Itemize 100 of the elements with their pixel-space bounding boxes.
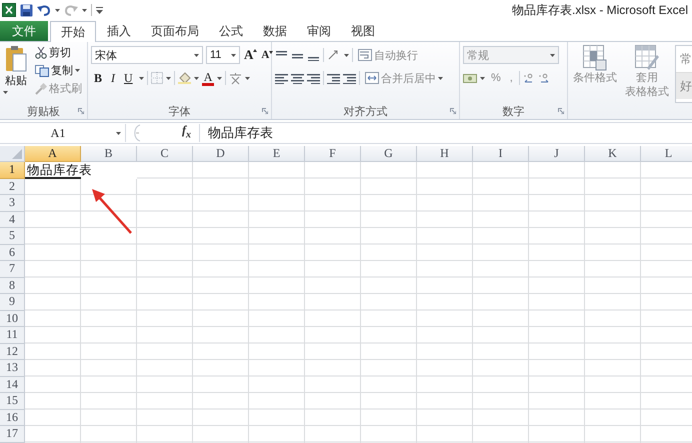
column-header[interactable]: F <box>305 146 361 162</box>
caret-icon <box>166 76 171 80</box>
row-header[interactable]: 12 <box>0 344 25 360</box>
dialog-launcher-icon[interactable] <box>262 108 268 114</box>
insert-function-button[interactable]: f$_{x}$ <box>182 124 191 142</box>
undo-icon[interactable] <box>37 4 51 16</box>
currency-icon[interactable] <box>463 72 477 84</box>
ribbon-tab[interactable]: 公式 <box>210 21 252 41</box>
caret-icon <box>75 69 80 72</box>
column-header[interactable]: J <box>529 146 585 162</box>
column-header[interactable]: G <box>361 146 417 162</box>
ribbon-tab[interactable]: 数据 <box>254 21 296 41</box>
dialog-launcher-icon[interactable] <box>450 108 456 114</box>
caret-icon <box>438 76 443 80</box>
caret-icon <box>116 132 121 134</box>
caret-icon <box>480 76 485 80</box>
group-label: 字体 <box>168 104 190 119</box>
copy-icon <box>35 64 49 76</box>
caret-icon <box>245 76 250 80</box>
grow-font-button[interactable]: A <box>243 47 258 63</box>
dialog-launcher-icon[interactable] <box>558 108 564 114</box>
column-header[interactable]: I <box>473 146 529 162</box>
brush-icon <box>35 82 47 94</box>
column-header[interactable]: D <box>193 146 249 162</box>
phonetic-guide-icon[interactable] <box>229 72 242 84</box>
increase-indent-icon[interactable] <box>343 72 356 84</box>
cell-text: 物品库存表 <box>25 162 137 178</box>
column-header[interactable]: C <box>137 146 193 162</box>
borders-icon[interactable] <box>150 72 163 84</box>
merge-cells-icon <box>365 72 379 84</box>
caret-icon <box>194 76 199 80</box>
increase-icon <box>253 49 258 52</box>
decrease-decimal-icon[interactable] <box>538 72 550 84</box>
ribbon-tab[interactable]: 插入 <box>98 21 140 41</box>
row-header[interactable]: 11 <box>0 327 25 344</box>
caret-icon <box>550 54 555 56</box>
row-header[interactable]: 15 <box>0 393 25 410</box>
file-menu-tab[interactable]: 文件 <box>0 21 48 41</box>
caret-icon <box>217 76 222 80</box>
column-header[interactable]: B <box>81 146 137 162</box>
caret-icon <box>3 91 8 94</box>
cell-style-option[interactable]: 常 <box>676 46 692 72</box>
column-header[interactable]: A <box>25 146 81 162</box>
bold-button[interactable]: B <box>91 70 106 86</box>
align-center-icon[interactable] <box>291 72 304 84</box>
underline-button[interactable]: U <box>121 70 136 86</box>
row-header[interactable]: 10 <box>0 310 25 327</box>
table-format-icon <box>635 45 659 71</box>
italic-button[interactable]: I <box>108 70 118 86</box>
column-header[interactable]: K <box>585 146 641 162</box>
row-header[interactable]: 3 <box>0 195 25 212</box>
excel-icon[interactable] <box>2 3 16 17</box>
shrink-font-button[interactable]: A <box>260 49 274 61</box>
row-header[interactable]: 17 <box>0 426 25 442</box>
cut-button[interactable]: 剪切 <box>33 45 84 60</box>
save-icon[interactable] <box>20 4 33 16</box>
fill-color-icon[interactable] <box>178 72 191 84</box>
ribbon-tab[interactable]: 页面布局 <box>142 21 208 41</box>
paste-button[interactable]: 粘贴 <box>3 45 29 88</box>
ribbon-tab[interactable]: 审阅 <box>298 21 340 41</box>
row-header[interactable]: 16 <box>0 410 25 426</box>
decrease-indent-icon[interactable] <box>327 72 340 84</box>
wrap-text-icon <box>358 49 372 61</box>
row-header[interactable]: 6 <box>0 244 25 261</box>
column-header[interactable]: H <box>417 146 473 162</box>
row-header[interactable]: 9 <box>0 294 25 310</box>
caret-icon <box>231 54 236 56</box>
column-header[interactable]: E <box>249 146 305 162</box>
row-header[interactable]: 8 <box>0 278 25 294</box>
column-header[interactable]: L <box>641 146 692 162</box>
row-header[interactable]: 5 <box>0 228 25 244</box>
align-left-icon[interactable] <box>275 72 288 84</box>
conditional-format-icon <box>583 45 607 71</box>
clipboard-icon <box>5 45 27 73</box>
align-right-icon[interactable] <box>307 72 320 84</box>
customize-icon[interactable] <box>96 6 103 14</box>
copy-button[interactable]: 复制 <box>33 63 84 78</box>
row-header[interactable]: 4 <box>0 212 25 228</box>
font-color-button[interactable]: A <box>202 70 214 86</box>
group-label: 对齐方式 <box>344 104 388 119</box>
font-name-dropdown[interactable]: 宋体 <box>91 46 203 64</box>
caret-icon <box>55 8 60 12</box>
font-size-dropdown[interactable]: 11 <box>206 46 240 64</box>
row-header[interactable]: 2 <box>0 178 25 195</box>
dialog-launcher-icon[interactable] <box>78 108 84 114</box>
scissors-icon <box>35 46 47 58</box>
row-header[interactable]: 13 <box>0 360 25 376</box>
ribbon-tab[interactable]: 开始 <box>50 21 96 42</box>
row-header[interactable]: 1 <box>0 162 25 178</box>
window-title: 物品库存表.xlsx - Microsoft Excel <box>512 2 688 18</box>
name-box[interactable]: A1 <box>0 124 126 142</box>
decrease-icon <box>269 51 274 54</box>
increase-decimal-icon[interactable] <box>522 72 535 84</box>
caret-icon <box>344 54 349 56</box>
caret-icon <box>194 54 199 56</box>
ribbon-tab[interactable]: 视图 <box>342 21 384 41</box>
row-header[interactable]: 14 <box>0 376 25 393</box>
row-header[interactable]: 7 <box>0 261 25 278</box>
caret-icon <box>138 76 144 80</box>
caret-icon <box>82 8 87 12</box>
